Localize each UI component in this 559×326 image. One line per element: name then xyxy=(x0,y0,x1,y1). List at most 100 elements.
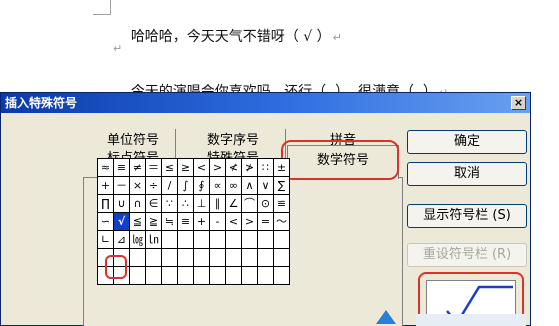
symbol-row: + － × ÷ / ∫ ∮ ∝ ∞ ∧ ∨ ∑ xyxy=(97,176,290,195)
symbol-cell[interactable]: + xyxy=(193,212,210,231)
symbol-cell[interactable]: ≡ xyxy=(113,158,130,177)
symbol-cell[interactable] xyxy=(145,266,162,285)
symbol-cell[interactable] xyxy=(273,248,290,267)
symbol-cell[interactable]: ∠ xyxy=(225,194,242,213)
symbol-cell[interactable]: > xyxy=(241,212,258,231)
symbol-cell[interactable] xyxy=(225,230,242,249)
cancel-button[interactable]: 取消 xyxy=(407,162,527,186)
symbol-cell[interactable] xyxy=(177,230,194,249)
symbol-cell[interactable]: ∞ xyxy=(225,176,242,195)
symbol-cell[interactable]: ≥ xyxy=(177,158,194,177)
symbol-cell[interactable] xyxy=(273,266,290,285)
reset-symbol-bar-button[interactable]: 重设符号栏 (R) xyxy=(407,243,527,267)
symbol-cell[interactable] xyxy=(193,230,210,249)
symbol-cell[interactable]: ≒ xyxy=(161,212,178,231)
symbol-cell[interactable] xyxy=(161,248,178,267)
margin-corner-mark xyxy=(93,0,111,15)
symbol-cell[interactable] xyxy=(209,248,226,267)
symbol-cell[interactable] xyxy=(241,230,258,249)
symbol-cell[interactable]: ÷ xyxy=(145,176,162,195)
symbol-cell[interactable]: ∈ xyxy=(145,194,162,213)
symbol-cell[interactable]: ⊥ xyxy=(193,194,210,213)
symbol-cell[interactable]: ∪ xyxy=(113,194,130,213)
symbol-cell[interactable]: ∧ xyxy=(241,176,258,195)
symbol-cell[interactable] xyxy=(257,230,274,249)
symbol-cell[interactable]: ～ xyxy=(273,212,290,231)
symbol-cell[interactable] xyxy=(241,266,258,285)
tab-units[interactable]: 单位符号 xyxy=(83,129,183,148)
symbol-cell[interactable]: ∝ xyxy=(209,176,226,195)
symbol-cell[interactable]: ∑ xyxy=(273,176,290,195)
symbol-cell[interactable]: > xyxy=(209,158,226,177)
symbol-cell[interactable]: － xyxy=(113,176,130,195)
tab-numbers[interactable]: 数字序号 xyxy=(183,129,283,148)
symbol-cell[interactable]: ∮ xyxy=(193,176,210,195)
symbol-cell[interactable] xyxy=(177,266,194,285)
symbol-cell[interactable] xyxy=(161,266,178,285)
symbol-cell[interactable]: ∽ xyxy=(97,212,114,231)
symbol-cell[interactable] xyxy=(145,248,162,267)
symbol-cell[interactable]: ≤ xyxy=(161,158,178,177)
symbol-cell[interactable] xyxy=(225,266,242,285)
symbol-cell[interactable] xyxy=(177,248,194,267)
symbol-cell[interactable]: ≠ xyxy=(129,158,146,177)
dialog-titlebar[interactable]: 插入特殊符号 xyxy=(1,93,530,113)
document-line-1[interactable]: 哈哈哈，今天天气不错呀（ √ ） ↵ xyxy=(113,10,342,62)
ok-button[interactable]: 确定 xyxy=(407,130,527,154)
symbol-cell[interactable] xyxy=(257,248,274,267)
symbol-cell[interactable] xyxy=(129,266,146,285)
symbol-cell[interactable]: ㏒ xyxy=(129,230,146,249)
paragraph-mark-icon: ↵ xyxy=(113,42,123,55)
symbol-cell[interactable]: < xyxy=(225,212,242,231)
symbol-cell[interactable]: / xyxy=(161,176,178,195)
symbol-cell[interactable]: ㏑ xyxy=(145,230,162,249)
document-area[interactable]: 哈哈哈，今天天气不错呀（ √ ）↵ ↵ 今天的演唱会你喜欢吗 还行（ ） 很满意… xyxy=(0,0,559,100)
symbol-cell[interactable]: ∨ xyxy=(257,176,274,195)
selected-symbol-cell[interactable]: √ xyxy=(113,212,130,231)
symbol-cell[interactable] xyxy=(129,248,146,267)
symbol-cell[interactable]: ≮ xyxy=(225,158,242,177)
symbol-cell[interactable]: ∩ xyxy=(129,194,146,213)
symbol-cell[interactable]: ∥ xyxy=(209,194,226,213)
symbol-cell[interactable]: ⊿ xyxy=(113,230,130,249)
symbol-cell[interactable]: ⊙ xyxy=(257,194,274,213)
symbol-cell[interactable]: - xyxy=(209,212,226,231)
symbol-cell[interactable]: ⌒ xyxy=(241,194,258,213)
symbol-cell[interactable]: ∟ xyxy=(97,230,114,249)
symbol-row: ∟ ⊿ ㏒㏑ xyxy=(97,230,290,249)
symbol-cell[interactable]: ≦ xyxy=(129,212,146,231)
symbol-cell[interactable]: ∫ xyxy=(177,176,194,195)
symbol-cell[interactable]: ± xyxy=(273,158,290,177)
symbol-cell[interactable]: ∏ xyxy=(97,194,114,213)
symbol-cell[interactable] xyxy=(225,248,242,267)
symbol-cell[interactable] xyxy=(209,230,226,249)
symbol-row: ∽ √ ≦ ≧ ≒ ≡ + - < > = ～ xyxy=(97,212,290,231)
symbol-row: ≈ ≡ ≠ ＝ ≤ ≥ < > ≮ ≯ ∷ ± xyxy=(97,158,290,177)
close-button[interactable]: × xyxy=(511,96,526,110)
symbol-row: ∏ ∪ ∩ ∈ ∵ ∴ ⊥ ∥ ∠ ⌒ ⊙ ≌ xyxy=(97,194,290,213)
symbol-cell[interactable]: ≯ xyxy=(241,158,258,177)
symbol-cell[interactable] xyxy=(241,248,258,267)
symbol-cell[interactable] xyxy=(193,248,210,267)
symbol-cell[interactable] xyxy=(209,266,226,285)
symbol-cell[interactable]: = xyxy=(257,212,274,231)
symbol-cell[interactable]: ∷ xyxy=(257,158,274,177)
watermark-logo-icon xyxy=(376,310,526,326)
selected-cell-highlight xyxy=(105,255,127,279)
symbol-cell[interactable]: ≡ xyxy=(177,212,194,231)
symbol-cell[interactable]: ＝ xyxy=(145,158,162,177)
symbol-cell[interactable] xyxy=(257,266,274,285)
symbol-cell[interactable]: < xyxy=(193,158,210,177)
symbol-cell[interactable] xyxy=(193,266,210,285)
show-symbol-bar-button[interactable]: 显示符号栏 (S) xyxy=(407,204,527,228)
close-icon: × xyxy=(513,96,524,109)
symbol-cell[interactable]: × xyxy=(129,176,146,195)
symbol-cell[interactable]: ∵ xyxy=(161,194,178,213)
symbol-cell[interactable] xyxy=(273,230,290,249)
symbol-cell[interactable]: ≈ xyxy=(97,158,114,177)
symbol-cell[interactable]: + xyxy=(97,176,114,195)
symbol-cell[interactable]: ∴ xyxy=(177,194,194,213)
symbol-cell[interactable]: ≧ xyxy=(145,212,162,231)
symbol-cell[interactable] xyxy=(161,230,178,249)
symbol-cell[interactable]: ≌ xyxy=(273,194,290,213)
